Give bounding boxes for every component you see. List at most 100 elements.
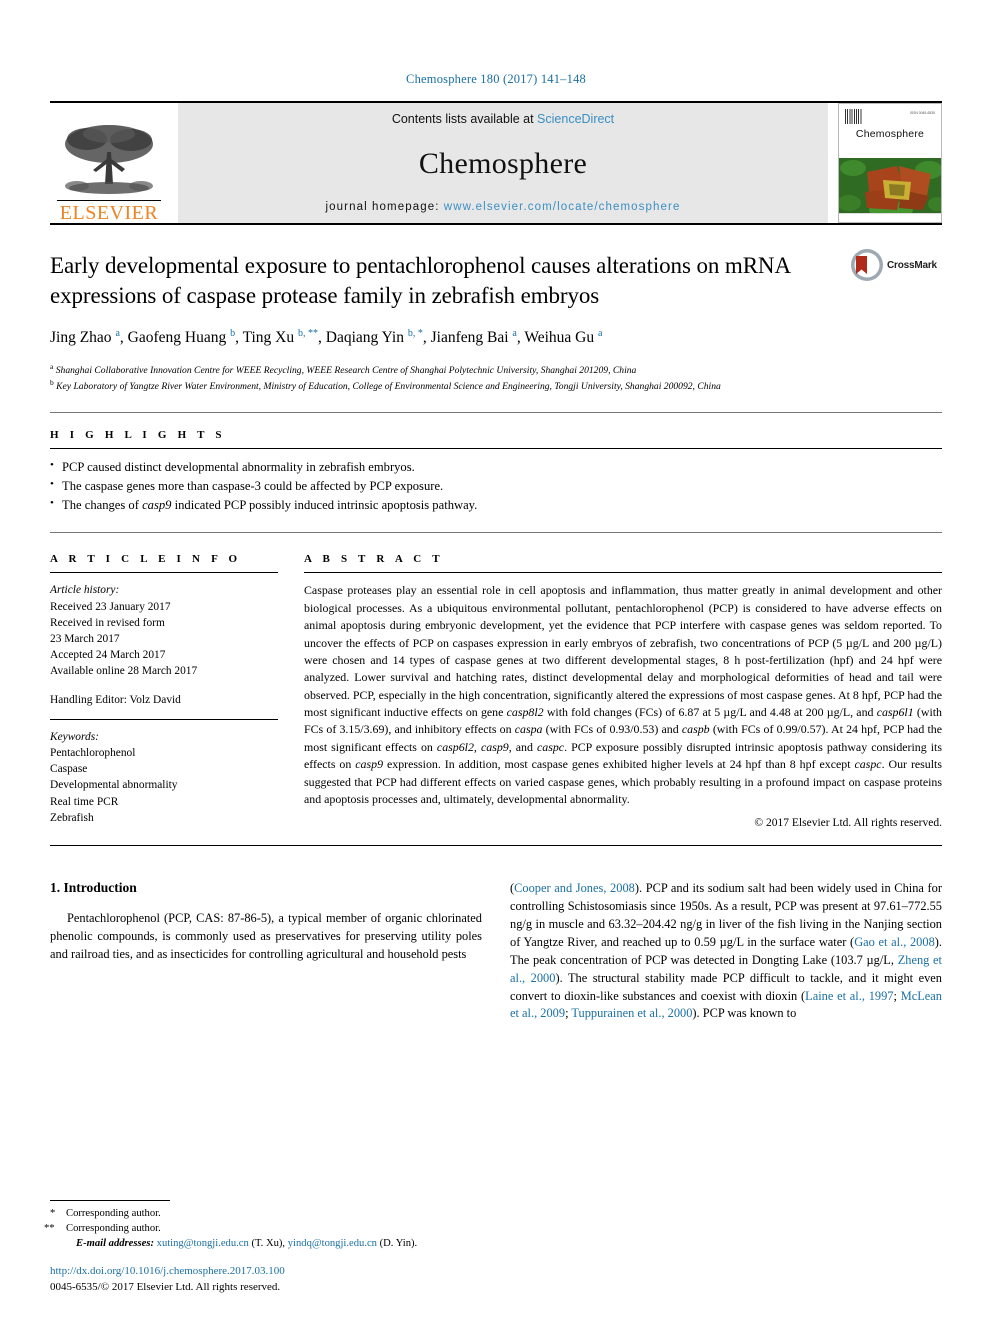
footnote-corresponding-1-text: Corresponding author. xyxy=(66,1207,161,1219)
highlight-item: PCP caused distinct developmental abnorm… xyxy=(50,457,942,477)
journal-band: Contents lists available at ScienceDirec… xyxy=(178,103,828,223)
keyword-item: Pentachlorophenol xyxy=(50,746,136,759)
elsevier-logo: ELSEVIER xyxy=(50,103,168,223)
affiliation-line: a Shanghai Collaborative Innovation Cent… xyxy=(50,361,637,376)
elsevier-wordmark: ELSEVIER xyxy=(59,202,159,224)
keyword-item: Zebrafish xyxy=(50,811,94,824)
highlights-top-rule xyxy=(50,411,942,413)
journal-homepage-link[interactable]: www.elsevier.com/locate/chemosphere xyxy=(444,201,681,213)
author-affiliation-mark: a xyxy=(115,328,120,340)
citation-link[interactable]: Cooper and Jones, 2008 xyxy=(514,881,635,895)
cover-bottom-area xyxy=(839,212,941,222)
sciencedirect-link[interactable]: ScienceDirect xyxy=(537,112,614,126)
crossmark-label: CrossMark xyxy=(887,259,937,271)
journal-title: Chemosphere xyxy=(418,146,588,180)
cover-journal-name: Chemosphere xyxy=(855,127,925,140)
keywords-lines: Pentachlorophenol Caspase Developmental ab… xyxy=(50,745,278,826)
author-name: Jianfeng Bai xyxy=(430,329,513,347)
author-name: Jing Zhao xyxy=(50,329,116,347)
crossmark-badge[interactable]: CrossMark xyxy=(850,247,942,283)
author-affiliation-mark: a xyxy=(598,328,603,340)
footnote-emails: E-mail addresses: xuting@tongji.edu.cn (… xyxy=(50,1236,470,1251)
elsevier-rule xyxy=(57,199,161,201)
journal-homepage-line: journal homepage: www.elsevier.com/locat… xyxy=(178,201,828,213)
article-info-column: A R T I C L E I N F O Article history: R… xyxy=(50,537,278,829)
title-block: CrossMark Early developmental exposure t… xyxy=(50,225,942,394)
email-link-1[interactable]: xuting@tongji.edu.cn xyxy=(157,1238,249,1249)
author-affiliation-mark: a xyxy=(512,328,517,340)
footnote-block: * Corresponding author. ** Corresponding… xyxy=(44,1199,470,1295)
body-column-left: 1. Introduction Pentachlorophenol (PCP, … xyxy=(50,880,482,1023)
handling-editor: Handling Editor: Volz David xyxy=(50,693,181,706)
doi-block: http://dx.doi.org/10.1016/j.chemosphere.… xyxy=(50,1265,470,1295)
email-owner-1: (T. Xu), xyxy=(251,1237,286,1249)
email-link-2[interactable]: yindq@tongji.edu.cn xyxy=(288,1238,377,1249)
running-head: Chemosphere 180 (2017) 141–148 xyxy=(406,72,586,86)
author-name: Gaofeng Huang xyxy=(127,329,231,347)
email-owner-2: (D. Yin). xyxy=(379,1237,418,1249)
affiliation-mark: b xyxy=(50,377,54,387)
abstract-text: Caspase proteases play an essential role… xyxy=(304,583,942,806)
footnote-corresponding-2-text: Corresponding author. xyxy=(66,1222,161,1234)
contents-prefix: Contents lists available at xyxy=(391,112,538,126)
article-history-line: Accepted 24 March 2017 xyxy=(50,649,166,662)
doi-link[interactable]: http://dx.doi.org/10.1016/j.chemosphere.… xyxy=(50,1265,470,1277)
abstract-heading: A B S T R A C T xyxy=(304,553,444,566)
author-name: Daqiang Yin xyxy=(325,329,408,347)
intro-paragraph-left: Pentachlorophenol (PCP, CAS: 87-86-5), a… xyxy=(50,911,482,962)
keywords-label: Keywords: xyxy=(50,730,99,743)
citation-link[interactable]: Zheng et al., 2000 xyxy=(510,953,942,985)
email-addresses-label: E-mail addresses: xyxy=(76,1237,154,1249)
abstract-column: A B S T R A C T Caspase proteases play a… xyxy=(304,537,942,829)
keywords-divider xyxy=(50,718,278,720)
homepage-prefix: journal homepage: xyxy=(325,201,444,213)
article-info-heading: A R T I C L E I N F O xyxy=(50,553,242,566)
intro-paragraph-right: (Cooper and Jones, 2008). PCP and its so… xyxy=(510,881,942,1021)
article-history-line: Available online 28 March 2017 xyxy=(50,665,198,678)
affiliation-line: b Key Laboratory of Yangtze River Water … xyxy=(50,377,721,392)
footnote-corresponding-1: * Corresponding author. xyxy=(50,1206,470,1221)
author-affiliation-mark: b xyxy=(230,328,236,340)
article-history-block: Article history: Received 23 January 201… xyxy=(50,573,278,707)
cover-leaves-illustration xyxy=(839,158,941,213)
asterisk-icon: * xyxy=(50,1207,56,1219)
crossmark-icon xyxy=(851,249,883,281)
author-affiliation-mark: b, * xyxy=(407,328,423,340)
keyword-item: Real time PCR xyxy=(50,795,119,808)
contents-available-line: Contents lists available at ScienceDirec… xyxy=(178,112,828,126)
elsevier-tree-icon xyxy=(65,124,153,194)
barcode-icon xyxy=(845,109,862,124)
page-title: Early developmental exposure to pentachl… xyxy=(50,253,790,308)
issn-copyright-line: 0045-6535/© 2017 Elsevier Ltd. All right… xyxy=(50,1281,281,1293)
journal-article-page: Chemosphere 180 (2017) 141–148 ELSEVIER … xyxy=(0,0,992,1323)
keyword-item: Developmental abnormality xyxy=(50,779,178,792)
author-name: Ting Xu xyxy=(242,329,299,347)
keywords-block: Keywords: Pentachlorophenol Caspase Develo… xyxy=(50,729,278,826)
article-body: 1. Introduction Pentachlorophenol (PCP, … xyxy=(50,846,942,1023)
section-title-introduction: 1. Introduction xyxy=(50,880,137,896)
affiliation-list: a Shanghai Collaborative Innovation Cent… xyxy=(50,362,850,394)
affiliation-mark: a xyxy=(50,361,54,371)
article-history-line: Received 23 January 2017 xyxy=(50,600,171,613)
author-affiliation-mark: b, ** xyxy=(298,328,319,340)
highlight-item: The changes of casp9 indicated PCP possi… xyxy=(50,495,942,515)
highlights-heading: H I G H L I G H T S xyxy=(50,428,226,441)
body-column-right: (Cooper and Jones, 2008). PCP and its so… xyxy=(510,880,942,1023)
article-history-line: Received in revised form xyxy=(50,616,165,629)
journal-masthead: ELSEVIER Contents lists available at Sci… xyxy=(50,101,942,223)
double-asterisk-icon: ** xyxy=(44,1222,55,1234)
footnote-corresponding-2: ** Corresponding author. xyxy=(44,1221,470,1236)
highlights-list: PCP caused distinct developmental abnorm… xyxy=(50,449,942,515)
info-abstract-region: A R T I C L E I N F O Article history: R… xyxy=(50,533,942,829)
cover-issn-text: ISSN 0045-6535 xyxy=(909,111,935,115)
highlight-item: The caspase genes more than caspase-3 co… xyxy=(50,476,942,496)
cover-artwork xyxy=(839,158,941,213)
author-name: Weihua Gu xyxy=(524,329,598,347)
footnote-rule xyxy=(50,1199,170,1201)
citation-link[interactable]: Gao et al., 2008 xyxy=(854,935,935,949)
citation-link[interactable]: Tuppurainen et al., 2000 xyxy=(571,1006,692,1020)
citation-link[interactable]: Laine et al., 1997 xyxy=(805,989,893,1003)
article-history-line: 23 March 2017 xyxy=(50,633,120,646)
abstract-copyright: © 2017 Elsevier Ltd. All rights reserved… xyxy=(754,817,942,830)
article-history-label: Article history: xyxy=(50,584,120,597)
